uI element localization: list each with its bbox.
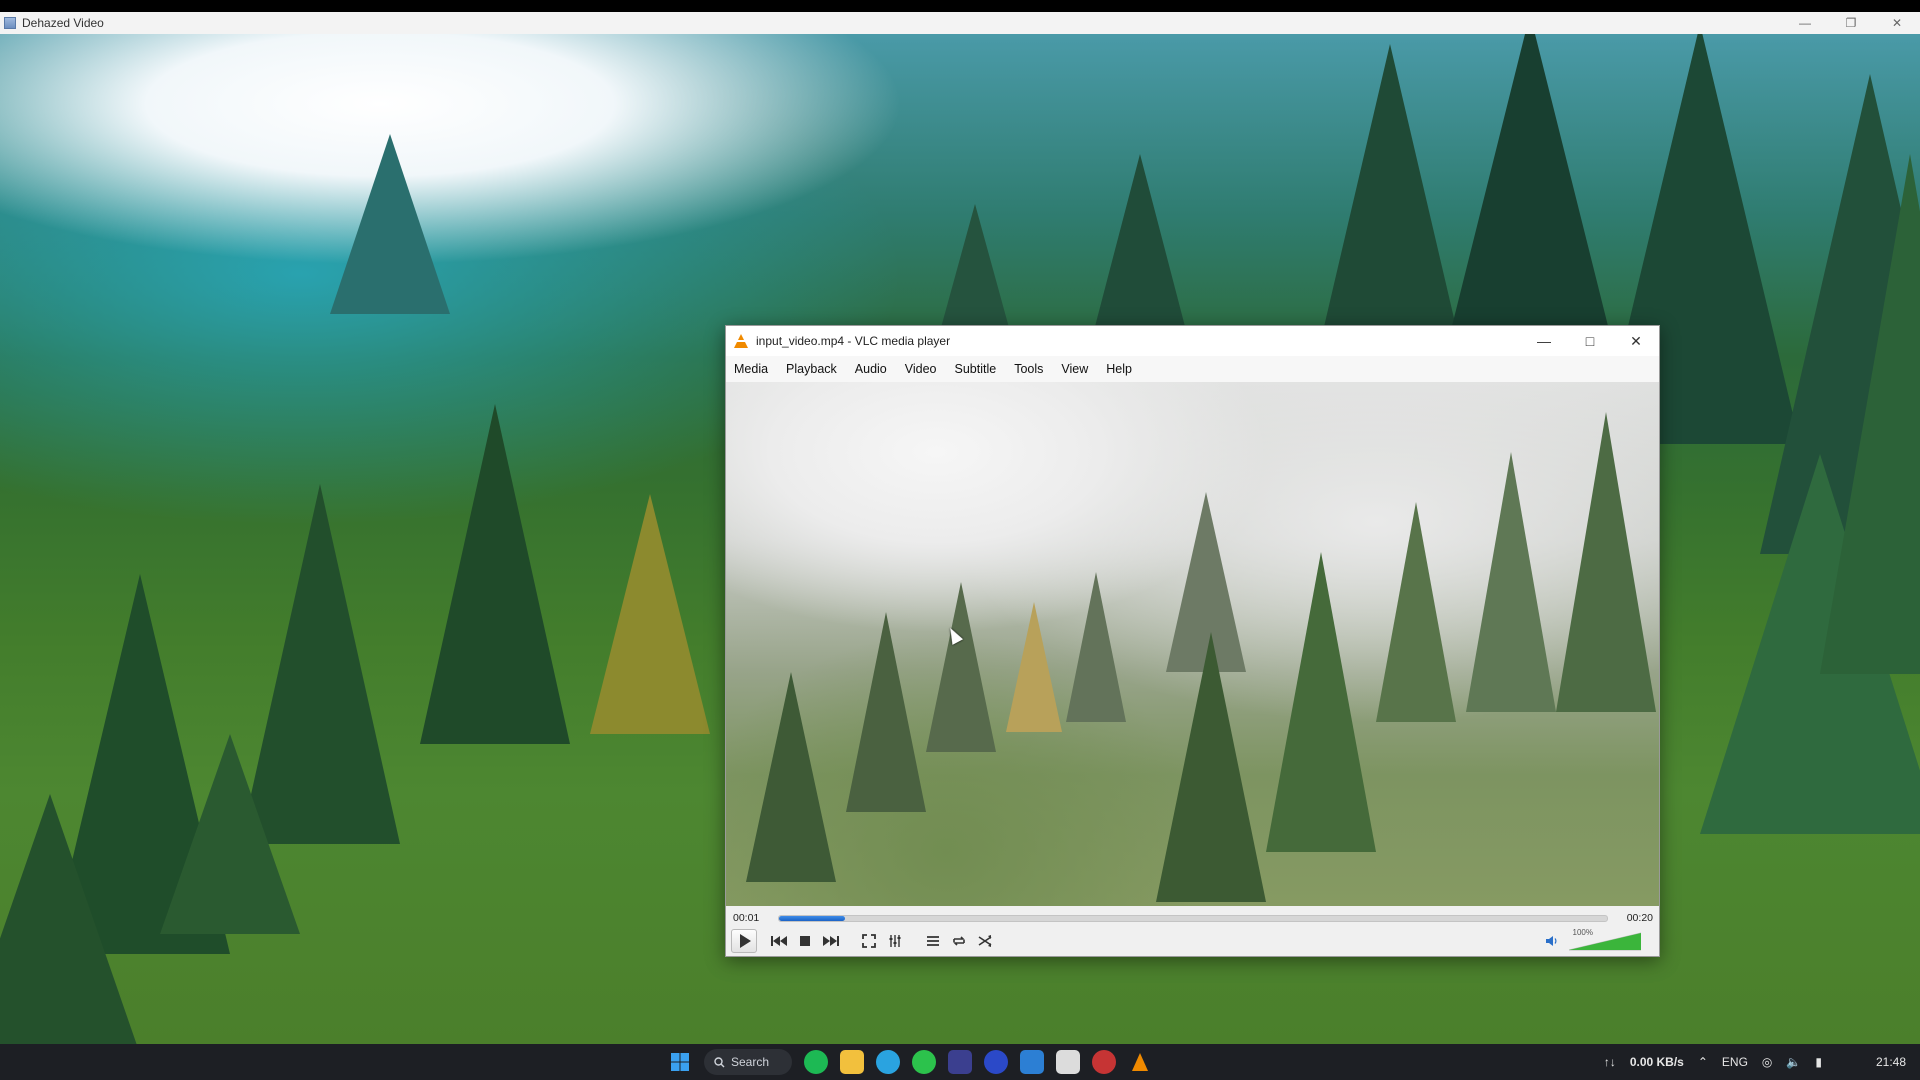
close-icon[interactable]: ✕ (1874, 12, 1920, 34)
extended-settings-button[interactable] (884, 930, 906, 952)
vlc-taskbar-icon[interactable] (1128, 1050, 1152, 1074)
shuffle-icon (978, 935, 992, 947)
menu-audio[interactable]: Audio (855, 362, 887, 376)
shuffle-button[interactable] (974, 930, 996, 952)
vscode-icon[interactable] (1020, 1050, 1044, 1074)
battery-icon[interactable]: ▮ (1815, 1055, 1822, 1069)
stop-icon (800, 936, 810, 946)
top-letterbox (0, 0, 1920, 12)
system-tray: ↑↓ 0.00 KB/s ⌃ ENG ◎ 🔈 ▮ 21:48 (1604, 1044, 1920, 1080)
fullscreen-icon (862, 934, 876, 948)
tree (1156, 632, 1266, 902)
clock[interactable]: 21:48 (1876, 1055, 1906, 1069)
tree (1320, 44, 1460, 344)
previous-icon (771, 936, 787, 946)
vlc-menubar: Media Playback Audio Video Subtitle Tool… (726, 356, 1659, 382)
whatsapp-icon[interactable] (912, 1050, 936, 1074)
spotify-icon[interactable] (804, 1050, 828, 1074)
network-speed: 0.00 KB/s (1629, 1055, 1684, 1069)
vlc-titlebar[interactable]: input_video.mp4 - VLC media player — □ ✕ (726, 326, 1659, 356)
tree (846, 612, 926, 812)
wifi-icon[interactable]: ◎ (1762, 1055, 1772, 1069)
menu-help[interactable]: Help (1106, 362, 1132, 376)
next-button[interactable] (820, 930, 842, 952)
language-indicator[interactable]: ENG (1722, 1055, 1748, 1069)
tree (1820, 154, 1920, 674)
play-button[interactable] (731, 929, 757, 953)
volume-slider[interactable] (1569, 931, 1641, 951)
menu-subtitle[interactable]: Subtitle (955, 362, 997, 376)
stop-button[interactable] (794, 930, 816, 952)
file-explorer-icon[interactable] (840, 1050, 864, 1074)
seek-bar-fill (779, 916, 846, 921)
vlc-window[interactable]: input_video.mp4 - VLC media player — □ ✕… (725, 325, 1660, 957)
extended-settings-icon (889, 935, 901, 947)
taskbar-search[interactable]: Search (704, 1049, 792, 1075)
play-icon (740, 934, 751, 948)
video-display[interactable] (726, 382, 1659, 906)
next-icon (823, 936, 839, 946)
loop-icon (953, 936, 965, 946)
taskbar: Search ↑↓ 0.00 KB/s ⌃ ENG ◎ 🔈 ▮ 21:48 (0, 1044, 1920, 1080)
tree (926, 582, 996, 752)
previous-button[interactable] (768, 930, 790, 952)
telegram-icon[interactable] (876, 1050, 900, 1074)
vlc-window-title: input_video.mp4 - VLC media player (756, 334, 951, 348)
volume-tray-icon[interactable]: 🔈 (1786, 1055, 1801, 1069)
vlc-minimize-icon[interactable]: — (1521, 326, 1567, 356)
browser-icon[interactable] (984, 1050, 1008, 1074)
document-icon[interactable] (1056, 1050, 1080, 1074)
outer-window-titlebar[interactable]: Dehazed Video — ❐ ✕ (0, 12, 1920, 34)
vlc-maximize-icon[interactable]: □ (1567, 326, 1613, 356)
tree (590, 494, 710, 734)
chrome-icon[interactable] (1092, 1050, 1116, 1074)
vlc-controls: 00:01 00:20 100% (726, 906, 1659, 956)
restore-icon[interactable]: ❐ (1828, 12, 1874, 34)
chevron-up-icon[interactable]: ⌃ (1698, 1055, 1708, 1069)
tree (746, 672, 836, 882)
app-icon[interactable] (948, 1050, 972, 1074)
tree (1440, 34, 1620, 374)
tree (420, 404, 570, 744)
time-total: 00:20 (1626, 912, 1653, 924)
window-app-icon (4, 17, 16, 29)
playlist-icon (927, 936, 939, 946)
tree (160, 734, 300, 934)
tree (0, 794, 140, 1044)
menu-playback[interactable]: Playback (786, 362, 837, 376)
minimize-icon[interactable]: — (1782, 12, 1828, 34)
tree (1066, 572, 1126, 722)
tree (1006, 602, 1062, 732)
fullscreen-button[interactable] (858, 930, 880, 952)
time-elapsed: 00:01 (733, 912, 760, 924)
start-button[interactable] (668, 1050, 692, 1074)
outer-window-title: Dehazed Video (22, 16, 104, 30)
vlc-close-icon[interactable]: ✕ (1613, 326, 1659, 356)
taskbar-search-label: Search (731, 1055, 770, 1069)
tree (1376, 502, 1456, 722)
playlist-button[interactable] (922, 930, 944, 952)
network-arrows: ↑↓ (1603, 1055, 1616, 1069)
menu-video[interactable]: Video (905, 362, 937, 376)
volume-mute-button[interactable] (1545, 934, 1559, 948)
seek-bar[interactable] (778, 915, 1608, 922)
vlc-cone-icon (734, 334, 748, 348)
menu-media[interactable]: Media (734, 362, 768, 376)
tree (1466, 452, 1556, 712)
loop-button[interactable] (948, 930, 970, 952)
search-icon (714, 1056, 725, 1067)
menu-view[interactable]: View (1061, 362, 1088, 376)
tree (330, 134, 450, 314)
tree (1266, 552, 1376, 852)
menu-tools[interactable]: Tools (1014, 362, 1043, 376)
tree (1556, 412, 1656, 712)
windows-logo-icon (671, 1053, 689, 1071)
speaker-icon (1546, 936, 1557, 946)
